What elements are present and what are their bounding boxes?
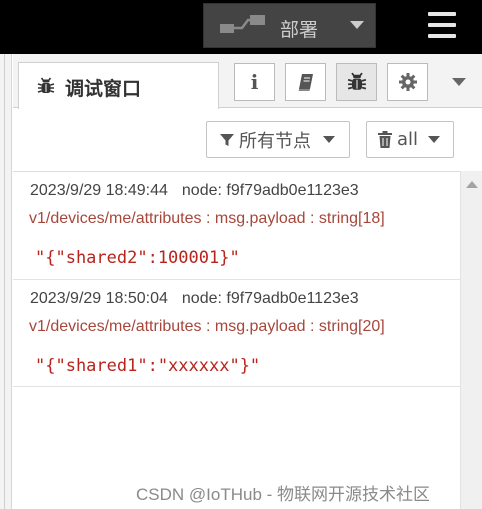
message-topic: v1/devices/me/attributes : msg.payload :… [29,318,385,335]
node-filter-label: 所有节点 [239,130,311,152]
bug-icon [347,72,366,90]
info-icon: i [250,70,259,94]
clear-messages-button[interactable]: all [366,121,454,158]
scroll-up-arrow-icon[interactable] [466,181,478,188]
debug-message[interactable]: 2023/9/29 18:50:04 node: f9f79adb0e1123e3… [13,280,460,387]
debug-message-list: 2023/9/29 18:49:44 node: f9f79adb0e1123e3… [13,171,460,509]
clear-messages-label: all [397,129,419,150]
message-timestamp: 2023/9/29 18:49:44 [30,182,168,199]
tab-debug-label: 调试窗口 [65,78,142,100]
tab-debug-window[interactable]: 调试窗口 [18,62,219,109]
message-node-link[interactable]: node: f9f79adb0e1123e3 [182,290,359,307]
deploy-button[interactable]: 部署 [203,3,376,48]
message-node-link[interactable]: node: f9f79adb0e1123e3 [182,182,359,199]
header-bar: 部署 [0,0,482,54]
trash-icon [378,130,392,148]
config-tab-button[interactable] [387,63,428,101]
scrollbar[interactable] [460,171,482,509]
message-topic: v1/devices/me/attributes : msg.payload :… [29,210,385,227]
message-timestamp: 2023/9/29 18:50:04 [30,290,168,307]
deploy-dropdown-icon[interactable] [350,21,364,29]
watermark-text: CSDN @IoTHub - 物联网开源技术社区 [136,485,431,504]
debug-message[interactable]: 2023/9/29 18:49:44 node: f9f79adb0e1123e3… [13,172,460,280]
gear-icon [398,73,417,91]
node-filter-button[interactable]: 所有节点 [206,121,350,158]
hamburger-menu-icon[interactable] [420,8,462,44]
debug-tab-button[interactable] [336,63,377,101]
help-tab-button[interactable] [285,63,326,101]
chevron-down-icon [323,136,335,143]
deploy-label: 部署 [280,19,319,41]
workspace-edge [0,54,12,509]
more-tabs-dropdown-icon[interactable] [452,78,466,86]
book-icon [298,74,313,91]
filter-icon [220,133,234,146]
chevron-down-icon [428,136,441,143]
message-payload[interactable]: "{"shared2":100001}" [35,248,240,268]
info-tab-button[interactable]: i [234,63,275,101]
bug-icon [37,77,55,93]
sidebar-tab-bar: 调试窗口 i [13,54,482,109]
message-payload[interactable]: "{"shared1":"xxxxxx"}" [35,356,260,376]
deploy-flow-icon [220,15,265,33]
debug-filter-toolbar: 所有节点 all [13,109,482,171]
